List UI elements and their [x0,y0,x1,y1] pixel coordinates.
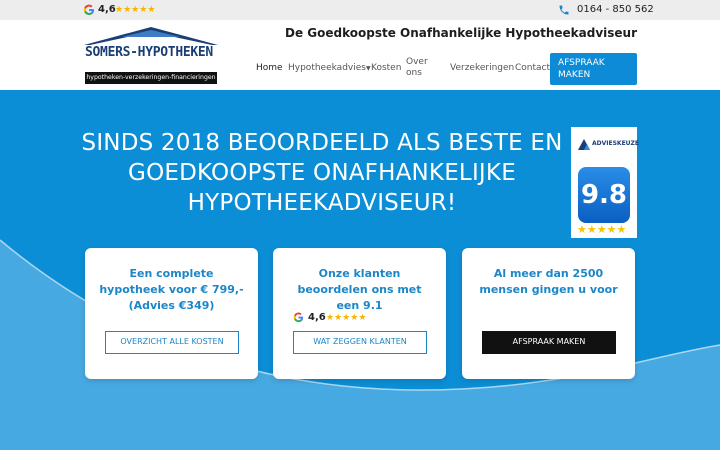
star-icon: ★ [358,313,367,323]
nav-label-line2: ons [406,68,422,78]
advieskeuze-badge[interactable]: ADVIESKEUZE 9.8 ★ ★ ★ ★ ★ [571,127,639,238]
star-icon: ★ [131,5,140,15]
card-text: Onze klanten beoordelen ons met een 9.1 [283,266,436,314]
card-rating-value: 4,6 [308,312,326,323]
star-icon: ★ [334,313,343,323]
card-reviews: Onze klanten beoordelen ons met een 9.1 … [273,248,446,379]
card-line2: beoordelen ons met [297,283,422,296]
nav-item-verzekeringen[interactable]: Verzekeringen [450,63,514,74]
hero-title-line2: GOEDKOOPSTE ONAFHANKELIJKE [128,160,516,186]
header: SOMERS-HYPOTHEKEN hypotheken-verzekering… [0,20,720,90]
star-icon: ★ [616,223,627,236]
site-logo[interactable]: SOMERS-HYPOTHEKEN hypotheken-verzekering… [82,26,220,84]
card-line2: hypotheek voor € 799,- [99,283,244,296]
hero-title: SINDS 2018 BEOORDEELD ALS BESTE EN GOEDK… [80,128,564,218]
reviews-button[interactable]: WAT ZEGGEN KLANTEN [293,331,427,354]
star-icon: ★ [147,5,156,15]
hero-title-line3: HYPOTHEEKADVISEUR! [187,190,457,216]
badge-brand: ADVIESKEUZE [592,140,639,147]
google-rating: 4,6 [98,4,116,15]
google-icon [83,4,94,15]
star-icon: ★ [123,5,132,15]
nav-item-contact[interactable]: Contact [515,63,550,74]
top-bar: 4,6 ★ ★ ★ ★ ★ 0164 - 850 562 [0,0,720,20]
phone-number[interactable]: 0164 - 850 562 [577,3,654,17]
rating-stars: ★ ★ ★ ★ ★ [115,4,155,16]
star-icon: ★ [326,313,335,323]
star-icon: ★ [342,313,351,323]
logo-name: SOMERS-HYPOTHEKEN [85,45,213,60]
star-icon: ★ [577,223,587,236]
star-icon: ★ [350,313,359,323]
phone-icon[interactable] [558,4,570,16]
make-appointment-button[interactable]: AFSPRAAK MAKEN [482,331,616,354]
card-pricing: Een complete hypotheek voor € 799,- (Adv… [85,248,258,379]
cta-line2: MAKEN [558,70,591,80]
nav-item-over-ons[interactable]: Over ons [406,57,428,79]
star-icon: ★ [606,223,617,236]
nav-item-hypotheekadvies[interactable]: Hypotheekadvies▼ [288,63,371,74]
star-icon: ★ [586,223,597,236]
nav-item-kosten[interactable]: Kosten [371,63,401,74]
card-line1: Al meer dan 2500 [493,267,604,280]
appointment-button[interactable]: AFSPRAAK MAKEN [550,53,637,85]
card-line2: mensen gingen u voor [479,283,618,296]
card-line1: Een complete [129,267,214,280]
star-icon: ★ [596,223,607,236]
card-customers: Al meer dan 2500 mensen gingen u voor AF… [462,248,635,379]
card-line3: (Advies €349) [128,299,215,312]
star-icon: ★ [139,5,148,15]
google-icon [293,312,304,323]
costs-overview-button[interactable]: OVERZICHT ALLE KOSTEN [105,331,239,354]
star-icon: ★ [115,5,124,15]
badge-stars: ★ ★ ★ ★ ★ [577,224,626,236]
card-text: Een complete hypotheek voor € 799,- (Adv… [95,266,248,314]
card-text: Al meer dan 2500 mensen gingen u voor [472,266,625,298]
house-roof-icon [84,27,218,45]
nav-label-line1: Over [406,57,428,67]
nav-label: Hypotheekadvies [288,63,366,73]
rating-stars: ★ ★ ★ ★ ★ [326,312,366,324]
logo-tagline: hypotheken-verzekeringen-financieringen [85,72,217,84]
site-tagline: De Goedkoopste Onafhankelijke Hypotheeka… [285,26,637,40]
advieskeuze-logo-icon [578,139,590,150]
caret-down-icon: ▼ [365,65,371,72]
cta-line1: AFSPRAAK [558,58,605,68]
card-line1: Onze klanten [318,267,401,280]
hero-title-line1: SINDS 2018 BEOORDEELD ALS BESTE EN [81,130,563,156]
hero-section: SINDS 2018 BEOORDEELD ALS BESTE EN GOEDK… [0,90,720,450]
badge-score: 9.8 [578,167,630,223]
nav-item-home[interactable]: Home [256,63,283,74]
